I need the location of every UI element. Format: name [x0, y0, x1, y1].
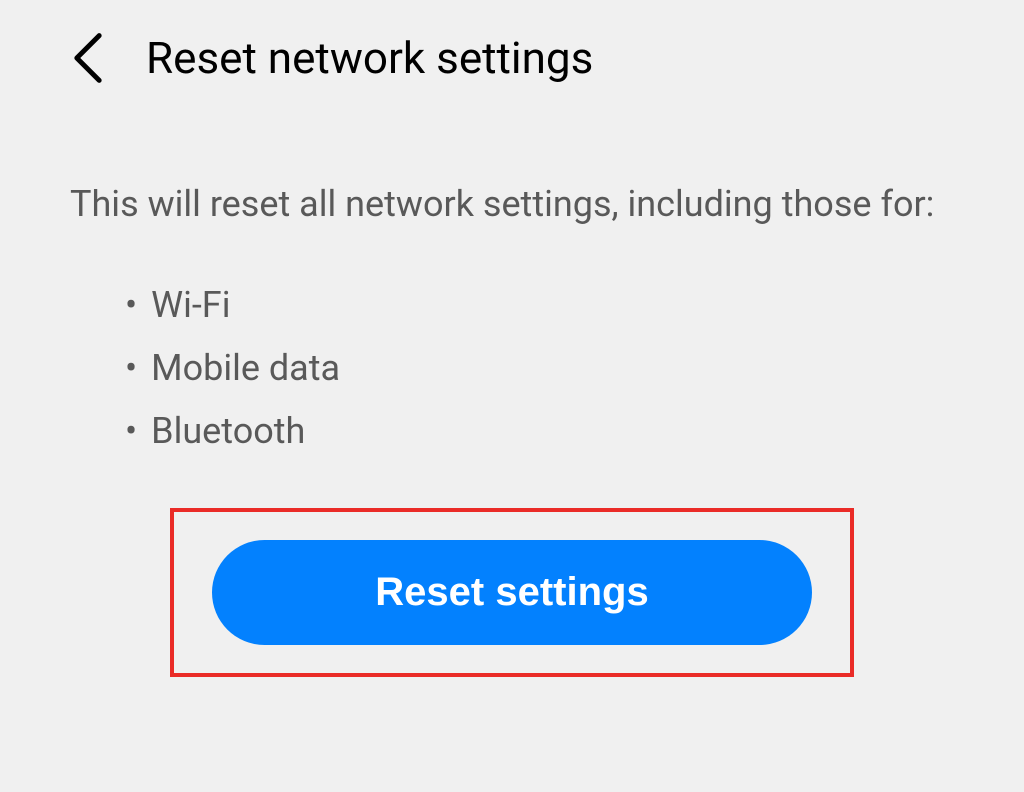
- bullet-icon: •: [125, 337, 137, 400]
- list-item-label: Wi-Fi: [151, 274, 230, 337]
- page-header: Reset network settings: [70, 30, 954, 86]
- reset-description: This will reset all network settings, in…: [70, 176, 954, 234]
- bullet-icon: •: [125, 400, 137, 463]
- back-icon[interactable]: [70, 30, 106, 86]
- reset-items-list: • Wi-Fi • Mobile data • Bluetooth: [125, 274, 954, 463]
- page-title: Reset network settings: [146, 32, 593, 84]
- reset-settings-button[interactable]: Reset settings: [212, 540, 812, 645]
- list-item: • Wi-Fi: [125, 274, 954, 337]
- list-item: • Bluetooth: [125, 400, 954, 463]
- list-item: • Mobile data: [125, 337, 954, 400]
- bullet-icon: •: [125, 274, 137, 337]
- list-item-label: Bluetooth: [151, 400, 305, 463]
- list-item-label: Mobile data: [151, 337, 340, 400]
- highlight-annotation: Reset settings: [170, 508, 854, 677]
